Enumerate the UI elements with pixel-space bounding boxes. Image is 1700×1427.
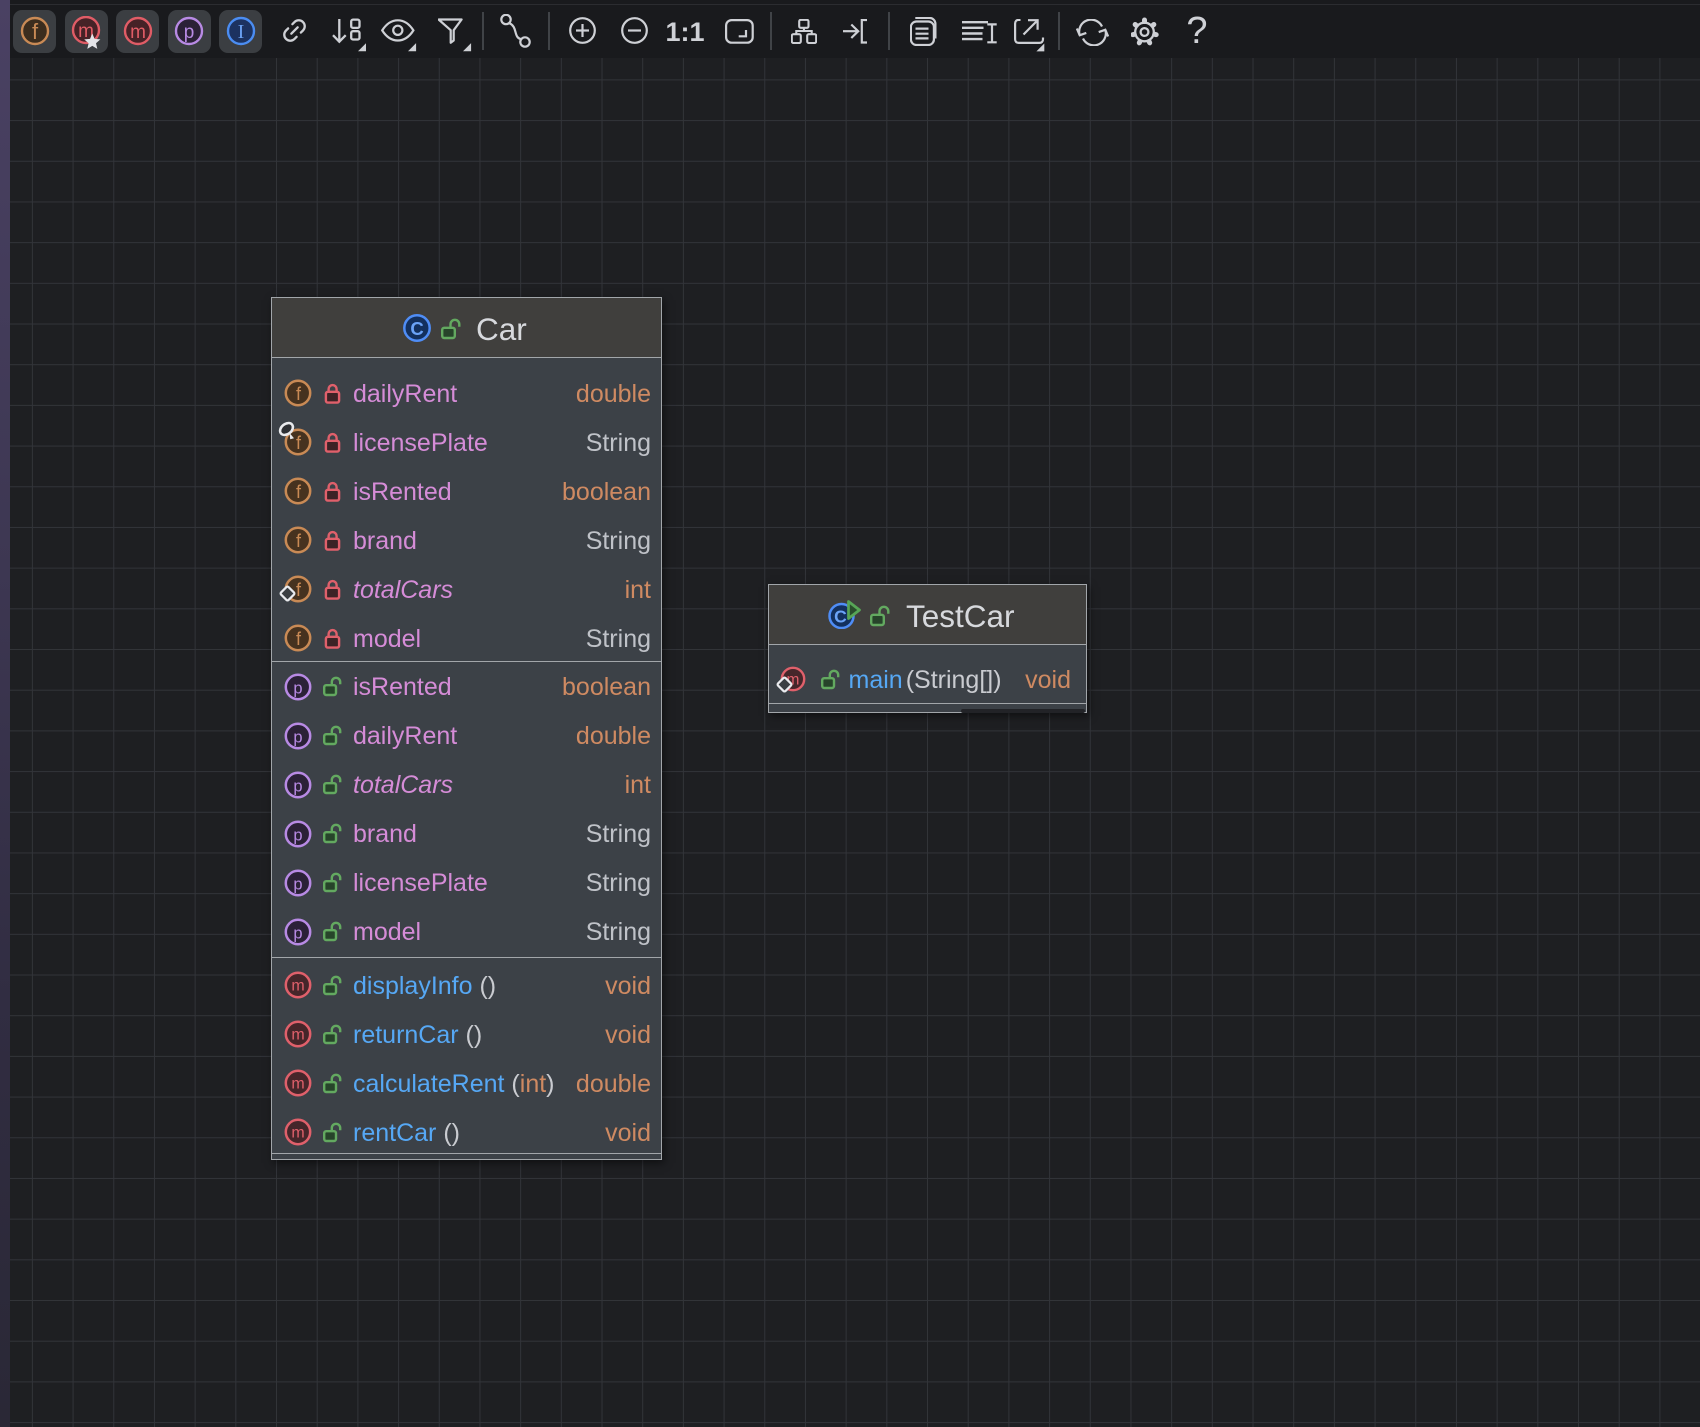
- svg-text:C: C: [410, 318, 423, 339]
- svg-text:C: C: [834, 607, 847, 627]
- svg-text:f: f: [31, 19, 38, 44]
- svg-text:m: m: [291, 1076, 304, 1093]
- svg-text:p: p: [184, 22, 195, 43]
- svg-text:m: m: [291, 978, 304, 995]
- svg-text:I: I: [237, 21, 244, 43]
- svg-text:m: m: [291, 1027, 304, 1044]
- svg-text:p: p: [293, 826, 302, 844]
- svg-text:m: m: [291, 1125, 304, 1142]
- svg-text:p: p: [293, 875, 302, 893]
- svg-text:p: p: [293, 728, 302, 746]
- svg-text:p: p: [293, 679, 302, 697]
- svg-text:p: p: [293, 924, 302, 942]
- svg-text:p: p: [293, 777, 302, 795]
- svg-text:m: m: [130, 22, 146, 43]
